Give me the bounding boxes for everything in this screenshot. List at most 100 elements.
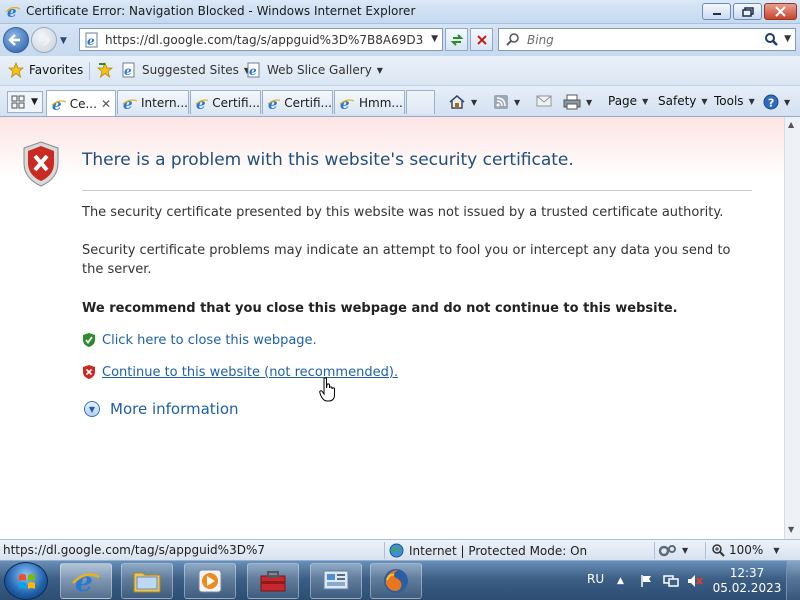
security-zone[interactable]: Internet | Protected Mode: On xyxy=(389,543,587,558)
print-button[interactable]: ▼ xyxy=(563,94,592,110)
tab-certificate-3[interactable]: e Certifi... xyxy=(262,90,333,114)
zoom-control[interactable]: 100% ▼ xyxy=(711,543,779,557)
more-information-toggle[interactable]: ▼ More information xyxy=(84,400,239,418)
address-dropdown-icon[interactable]: ▼ xyxy=(431,34,438,44)
show-hidden-icons-icon[interactable]: ▲ xyxy=(617,576,624,586)
chevron-down-icon: ▼ xyxy=(376,65,383,75)
divider xyxy=(82,190,752,191)
folder-icon xyxy=(133,572,161,593)
tab-list-dropdown-icon[interactable]: ▼ xyxy=(31,97,38,107)
home-button[interactable]: ▼ xyxy=(448,94,477,110)
search-icon[interactable] xyxy=(763,32,779,48)
tools-menu-label: Tools xyxy=(714,94,744,108)
chevron-down-icon: ▼ xyxy=(586,97,593,107)
maximize-button[interactable] xyxy=(733,3,762,20)
forward-button[interactable] xyxy=(31,27,57,53)
zoom-level: 100% xyxy=(729,543,764,557)
close-window-button[interactable] xyxy=(764,3,797,20)
ie-page-icon: e xyxy=(247,62,260,78)
web-slice-gallery-button[interactable]: e Web Slice Gallery ▼ xyxy=(246,62,383,78)
start-button[interactable] xyxy=(4,562,48,600)
add-to-favorites-bar-button[interactable] xyxy=(96,62,114,78)
expand-chevron-icon: ▼ xyxy=(84,401,100,417)
volume-muted-icon[interactable] xyxy=(687,574,703,588)
more-information-label[interactable]: More information xyxy=(110,400,239,418)
read-mail-button[interactable] xyxy=(536,94,552,108)
taskbar-firefox[interactable] xyxy=(370,563,422,599)
search-dropdown-icon[interactable]: ▼ xyxy=(784,34,791,44)
language-indicator[interactable]: RU xyxy=(587,572,604,586)
home-icon xyxy=(449,95,465,109)
safety-menu-label: Safety xyxy=(658,94,697,108)
status-bar: https://dl.google.com/tag/s/appguid%3D%7… xyxy=(0,539,800,560)
feeds-button[interactable]: ▼ xyxy=(493,94,520,110)
help-button[interactable]: ? ▼ xyxy=(763,94,790,110)
search-box[interactable]: Bing ▼ xyxy=(498,28,796,51)
new-tab-button[interactable] xyxy=(406,90,435,114)
svg-text:e: e xyxy=(249,64,257,78)
close-tab-icon[interactable]: ✕ xyxy=(101,97,111,111)
add-favorite-icon xyxy=(96,62,114,78)
taskbar-media-player[interactable] xyxy=(184,563,236,599)
taskbar-windows-explorer[interactable] xyxy=(121,563,173,599)
tab-internet[interactable]: e Intern... xyxy=(117,90,189,114)
globe-icon xyxy=(389,543,404,558)
web-slice-gallery-label: Web Slice Gallery xyxy=(267,63,372,77)
toolbox-icon xyxy=(260,571,286,592)
stop-button[interactable] xyxy=(470,28,493,51)
show-desktop-button[interactable] xyxy=(786,561,800,600)
address-bar[interactable]: e https://dl.google.com/tag/s/appguid%3D… xyxy=(79,28,443,51)
taskbar-internet-explorer[interactable]: e xyxy=(60,563,112,599)
safety-menu[interactable]: Safety ▼ xyxy=(658,94,708,108)
continue-to-website-link[interactable]: Continue to this website (not recommende… xyxy=(82,364,398,380)
security-shield-error-icon xyxy=(23,141,59,187)
forward-arrow-icon xyxy=(39,34,51,46)
svg-text:e: e xyxy=(7,3,17,19)
mail-icon xyxy=(536,95,552,107)
close-webpage-link[interactable]: Click here to close this webpage. xyxy=(82,332,317,348)
tab-hmm[interactable]: e Hmm... xyxy=(334,90,405,114)
safety-status-button[interactable]: ▼ xyxy=(658,543,688,558)
clock[interactable]: 12:37 05.02.2023 xyxy=(712,566,782,596)
close-webpage-label[interactable]: Click here to close this webpage. xyxy=(102,333,317,348)
security-warning-text: Security certificate problems may indica… xyxy=(82,243,731,277)
taskbar-toolbox-app[interactable] xyxy=(247,563,299,599)
search-placeholder: Bing xyxy=(527,33,554,47)
svg-text:e: e xyxy=(87,34,95,48)
back-button[interactable] xyxy=(3,27,29,53)
refresh-button[interactable] xyxy=(445,28,468,51)
ie-icon: e xyxy=(72,566,100,596)
bing-search-icon xyxy=(506,33,519,46)
scroll-down-icon[interactable]: ▼ xyxy=(788,525,794,534)
minimize-button[interactable] xyxy=(702,3,731,20)
suggested-sites-button[interactable]: e Suggested Sites ▼ xyxy=(121,62,250,78)
address-url[interactable]: https://dl.google.com/tag/s/appguid%3D%7… xyxy=(105,33,423,47)
issuer-warning-text: The security certificate presented by th… xyxy=(82,205,724,220)
window-title: Certificate Error: Navigation Blocked - … xyxy=(26,4,416,18)
favorites-button[interactable]: Favorites xyxy=(8,62,83,78)
chevron-down-icon: ▼ xyxy=(748,96,755,106)
refresh-icon xyxy=(450,33,463,46)
continue-to-website-label[interactable]: Continue to this website (not recommende… xyxy=(102,365,398,380)
tools-menu[interactable]: Tools ▼ xyxy=(714,94,755,108)
ie-page-icon: e xyxy=(122,62,135,78)
red-shield-x-icon xyxy=(83,365,95,379)
restore-icon xyxy=(741,6,754,17)
tab-certificate-error[interactable]: e Ce... ✕ xyxy=(46,90,116,116)
vertical-scrollbar[interactable]: ▲ ▼ xyxy=(784,117,800,539)
back-arrow-icon xyxy=(8,34,20,46)
title-bar: e Certificate Error: Navigation Blocked … xyxy=(0,0,800,24)
page-menu[interactable]: Page ▼ xyxy=(608,94,648,108)
action-center-flag-icon[interactable] xyxy=(640,574,654,588)
taskbar-control-panel[interactable] xyxy=(310,563,362,599)
recent-pages-dropdown[interactable]: ▼ xyxy=(60,36,67,46)
help-icon: ? xyxy=(763,94,779,110)
tab-certificate-2[interactable]: e Certifi... xyxy=(190,90,261,114)
quick-tabs-button[interactable]: ▼ xyxy=(7,91,43,113)
page-icon: e xyxy=(85,32,98,48)
tab-label: Hmm... xyxy=(359,95,403,110)
svg-text:e: e xyxy=(124,64,132,78)
network-icon[interactable] xyxy=(663,574,679,588)
hand-cursor-icon xyxy=(319,377,335,402)
scroll-up-icon[interactable]: ▲ xyxy=(788,120,794,129)
